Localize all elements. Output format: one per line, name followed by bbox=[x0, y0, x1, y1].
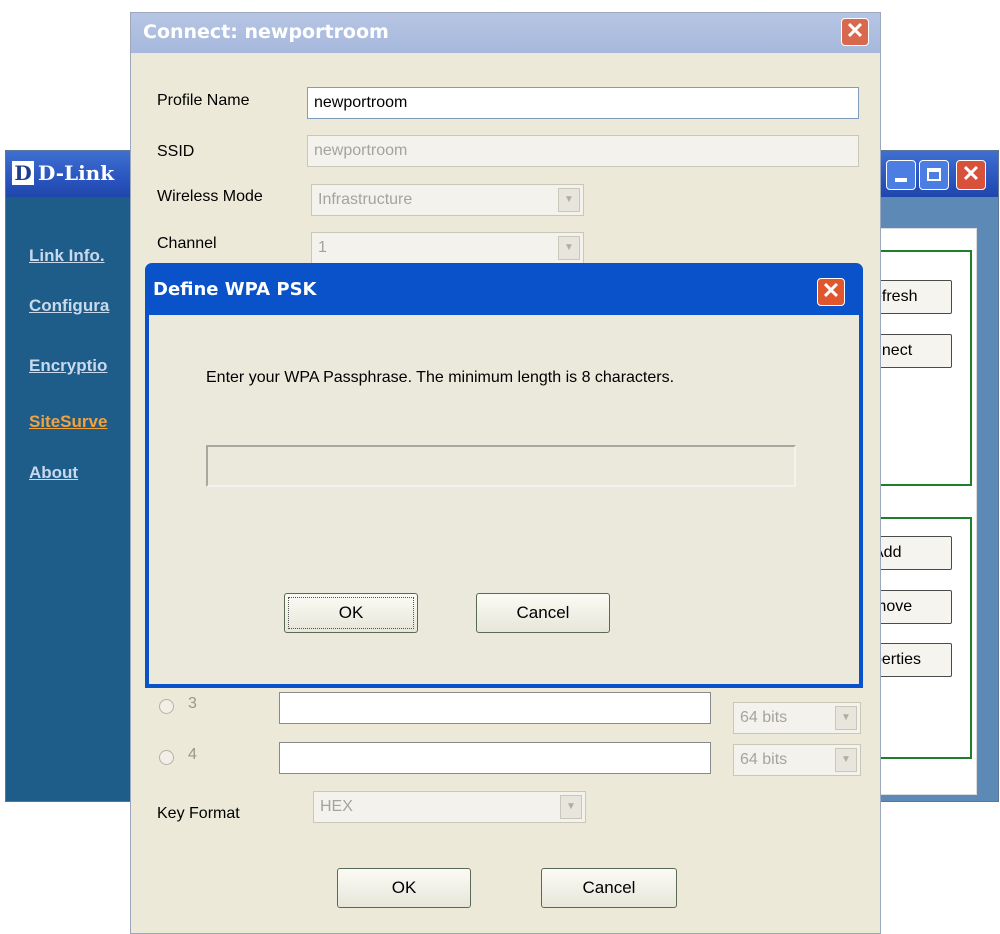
profile-name-label: Profile Name bbox=[157, 92, 250, 109]
key-format-select[interactable]: HEX ▼ bbox=[313, 791, 586, 823]
nav-encryption[interactable]: Encryptio bbox=[29, 356, 107, 376]
close-icon[interactable]: ✕ bbox=[817, 278, 845, 306]
connect-cancel-button[interactable]: Cancel bbox=[541, 868, 677, 908]
chevron-down-icon[interactable]: ▼ bbox=[558, 188, 580, 212]
wireless-mode-select[interactable]: Infrastructure ▼ bbox=[311, 184, 584, 216]
channel-value: 1 bbox=[318, 239, 327, 256]
chevron-down-icon[interactable]: ▼ bbox=[560, 795, 582, 819]
wpa-passphrase-input[interactable] bbox=[206, 445, 796, 487]
dlink-title: D-Link bbox=[38, 161, 115, 185]
wpa-psk-dialog: Define WPA PSK ✕ Enter your WPA Passphra… bbox=[145, 263, 863, 688]
key3-radio[interactable] bbox=[159, 699, 174, 714]
ssid-field[interactable]: newportroom bbox=[307, 135, 859, 167]
ssid-label: SSID bbox=[157, 143, 195, 160]
key3-label: 3 bbox=[188, 695, 197, 712]
key4-input[interactable] bbox=[279, 742, 711, 774]
wpa-dialog-title: Define WPA PSK bbox=[153, 279, 317, 300]
nav-configuration[interactable]: Configura bbox=[29, 296, 109, 316]
key3-input[interactable] bbox=[279, 692, 711, 724]
key3-bits-select[interactable]: 64 bits ▼ bbox=[733, 702, 861, 734]
key4-bits-select[interactable]: 64 bits ▼ bbox=[733, 744, 861, 776]
connect-title-bar: Connect: newportroom ✕ bbox=[131, 13, 880, 53]
nav-link-info[interactable]: Link Info. bbox=[29, 246, 105, 266]
nav-site-survey[interactable]: SiteSurve bbox=[29, 412, 107, 432]
chevron-down-icon[interactable]: ▼ bbox=[835, 706, 857, 730]
close-icon[interactable]: ✕ bbox=[956, 160, 986, 190]
wireless-mode-label: Wireless Mode bbox=[157, 188, 263, 205]
dlink-sidebar: Link Info. Configura Encryptio SiteSurve… bbox=[6, 197, 131, 801]
dlink-logo: D D-Link bbox=[12, 161, 114, 185]
channel-label: Channel bbox=[157, 235, 217, 252]
profile-name-field[interactable]: newportroom bbox=[307, 87, 859, 119]
connect-dialog-title: Connect: newportroom bbox=[143, 21, 389, 43]
chevron-down-icon[interactable]: ▼ bbox=[835, 748, 857, 772]
wpa-cancel-button[interactable]: Cancel bbox=[476, 593, 610, 633]
connect-ok-button[interactable]: OK bbox=[337, 868, 471, 908]
channel-select[interactable]: 1 ▼ bbox=[311, 232, 584, 264]
wireless-mode-value: Infrastructure bbox=[318, 191, 413, 208]
wpa-ok-button[interactable]: OK bbox=[284, 593, 418, 633]
nav-about[interactable]: About bbox=[29, 463, 78, 483]
maximize-button[interactable] bbox=[919, 160, 949, 190]
focus-ring bbox=[288, 597, 414, 629]
wpa-dialog-body: Enter your WPA Passphrase. The minimum l… bbox=[149, 315, 859, 684]
key4-bits-value: 64 bits bbox=[740, 751, 788, 768]
wpa-title-bar: Define WPA PSK ✕ bbox=[149, 263, 859, 315]
key-format-label: Key Format bbox=[157, 805, 240, 822]
dlink-logo-icon: D bbox=[12, 161, 34, 185]
close-icon[interactable]: ✕ bbox=[841, 18, 869, 46]
chevron-down-icon[interactable]: ▼ bbox=[558, 236, 580, 260]
key-format-value: HEX bbox=[320, 798, 353, 815]
wpa-instruction-text: Enter your WPA Passphrase. The minimum l… bbox=[206, 369, 675, 386]
key3-bits-value: 64 bits bbox=[740, 709, 788, 726]
minimize-button[interactable] bbox=[886, 160, 916, 190]
key4-radio[interactable] bbox=[159, 750, 174, 765]
key4-label: 4 bbox=[188, 746, 197, 763]
